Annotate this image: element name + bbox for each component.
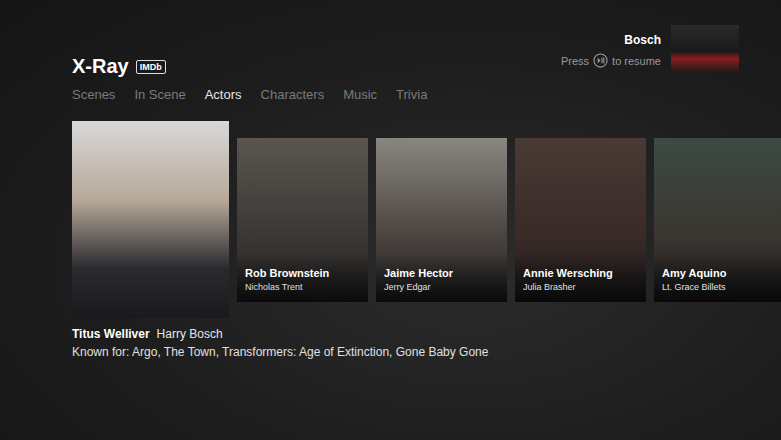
character-name: Lt. Grace Billets: [662, 282, 777, 292]
actor-caption: Amy Aquino Lt. Grace Billets: [654, 253, 781, 302]
resume-hint: Pressto resume: [561, 53, 661, 68]
panel-title: X-Ray: [72, 55, 129, 78]
poster-thumbnail: [671, 25, 739, 73]
actor-card[interactable]: [72, 121, 229, 318]
xray-header: X-Ray IMDb Scenes In Scene Actors Characters M…: [72, 55, 427, 102]
character-name: Julia Brasher: [523, 282, 638, 292]
actor-caption: Rob Brownstein Nicholas Trent: [237, 253, 368, 302]
tab[interactable]: Trivia: [396, 87, 427, 102]
imdb-badge: IMDb: [136, 60, 166, 74]
tab-bar: Scenes In Scene Actors Characters Music Trivi…: [72, 87, 427, 102]
actor-name: Amy Aquino: [662, 267, 777, 279]
actor-name: Annie Wersching: [523, 267, 638, 279]
actor-name: Rob Brownstein: [245, 267, 360, 279]
play-pause-icon: [593, 53, 608, 68]
actor-caption: Annie Wersching Julia Brasher: [515, 253, 646, 302]
actor-card[interactable]: Annie Wersching Julia Brasher: [515, 138, 646, 302]
detail-actor-name: Titus Welliver: [72, 327, 150, 341]
character-name: Jerry Edgar: [384, 282, 499, 292]
tab[interactable]: Characters: [261, 87, 325, 102]
actor-detail: Titus Welliver Harry Bosch Known for: Argo…: [72, 327, 781, 359]
actor-caption: Jaime Hector Jerry Edgar: [376, 253, 507, 302]
actor-card[interactable]: Jaime Hector Jerry Edgar: [376, 138, 507, 302]
tab[interactable]: In Scene: [134, 87, 185, 102]
tab[interactable]: Music: [343, 87, 377, 102]
detail-character: Harry Bosch: [157, 327, 223, 341]
actor-card[interactable]: Amy Aquino Lt. Grace Billets: [654, 138, 781, 302]
title-row: X-Ray IMDb: [72, 55, 427, 78]
header: X-Ray IMDb Scenes In Scene Actors Characters M…: [72, 25, 781, 102]
tab[interactable]: Scenes: [72, 87, 115, 102]
tab[interactable]: Actors: [205, 87, 242, 102]
actor-name: Jaime Hector: [384, 267, 499, 279]
character-name: Nicholas Trent: [245, 282, 360, 292]
known-for: Known for: Argo, The Town, Transformers:…: [72, 345, 781, 359]
actor-list: Rob Brownstein Nicholas Trent Jaime Hector…: [72, 121, 781, 318]
detail-heading: Titus Welliver Harry Bosch: [72, 327, 781, 341]
now-playing-text: Bosch Pressto resume: [561, 25, 661, 68]
show-title: Bosch: [624, 33, 661, 47]
actor-card[interactable]: Rob Brownstein Nicholas Trent: [237, 138, 368, 302]
xray-screen: X-Ray IMDb Scenes In Scene Actors Characters M…: [0, 0, 781, 440]
now-playing[interactable]: Bosch Pressto resume: [561, 25, 739, 73]
